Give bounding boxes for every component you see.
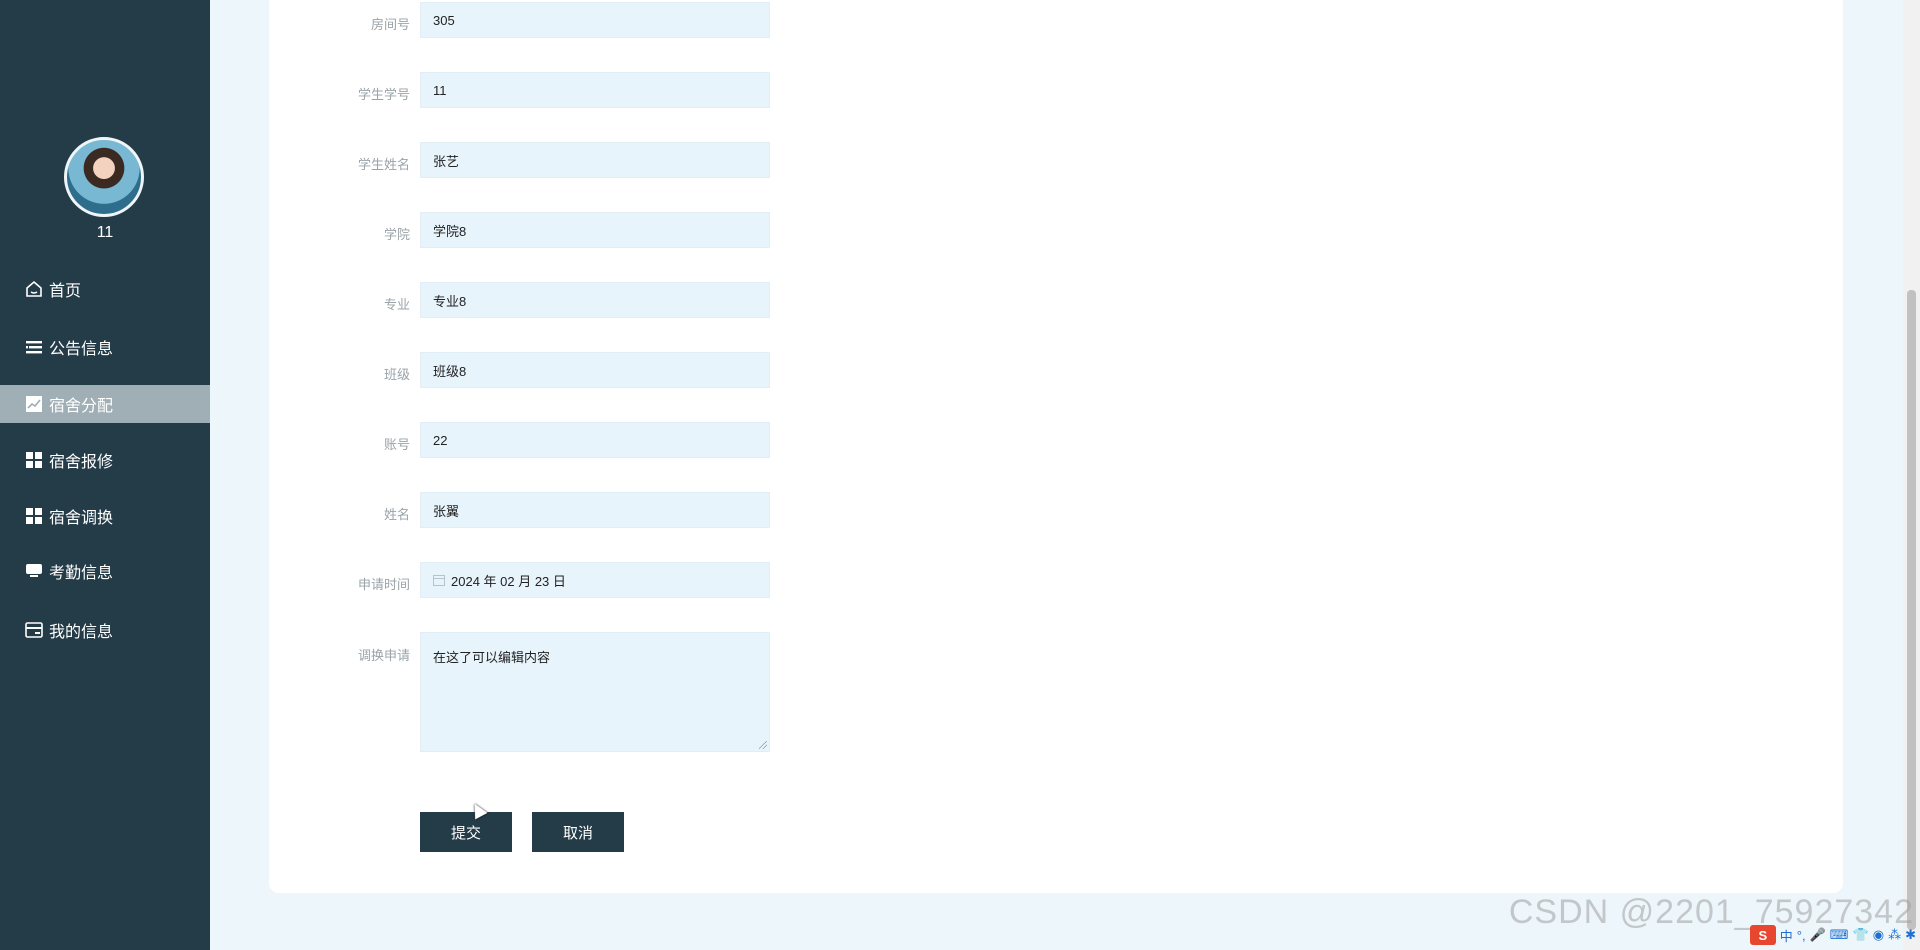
apply-date-value: 2024 年 02 月 23 日 — [451, 573, 566, 589]
swap-request-text: 在这了可以编辑内容 — [433, 650, 551, 665]
field-label-college: 学院 — [383, 227, 410, 242]
home-icon — [24, 279, 44, 299]
skin-icon[interactable]: 👕 — [1853, 927, 1869, 943]
sogou-logo-icon[interactable]: S — [1749, 925, 1776, 945]
ime-mode-indicator[interactable]: 中 — [1780, 926, 1793, 945]
sidebar-item-attendance[interactable]: 考勤信息 — [0, 552, 210, 590]
card-icon — [24, 620, 44, 640]
sidebar-item-dorm-repair[interactable]: 宿舍报修 — [0, 441, 210, 479]
apps-icon[interactable]: ⁂ — [1888, 927, 1901, 943]
field-label-student-name: 学生姓名 — [357, 157, 410, 172]
field-label-major: 专业 — [383, 297, 410, 312]
field-label-name: 姓名 — [383, 507, 410, 522]
grid-icon — [24, 506, 44, 526]
sidebar-item-label: 首页 — [49, 283, 82, 300]
name-input[interactable]: 张翼 — [420, 492, 770, 528]
cancel-button[interactable]: 取消 — [532, 812, 624, 852]
field-label-student-id: 学生学号 — [357, 87, 410, 102]
student-id-input[interactable]: 11 — [420, 72, 770, 108]
class-input[interactable]: 班级8 — [420, 352, 770, 388]
student-name-input[interactable]: 张艺 — [420, 142, 770, 178]
field-label-swap-request: 调换申请 — [357, 648, 410, 663]
swap-request-textarea[interactable]: 在这了可以编辑内容 — [420, 632, 770, 752]
chart-line-icon — [24, 394, 44, 414]
sidebar-item-label: 考勤信息 — [49, 565, 114, 582]
sidebar-item-dorm-allocation[interactable]: 宿舍分配 — [0, 385, 210, 423]
room-number-input[interactable]: 305 — [420, 2, 770, 38]
monitor-icon — [24, 561, 44, 581]
resize-grip-icon[interactable] — [759, 741, 767, 749]
punctuation-icon[interactable]: °, — [1797, 928, 1806, 943]
field-label-class: 班级 — [383, 367, 410, 382]
sidebar-item-my-info[interactable]: 我的信息 — [0, 611, 210, 649]
grid-icon — [24, 450, 44, 470]
submit-button[interactable]: 提交 — [420, 812, 512, 852]
list-icon — [24, 337, 44, 357]
username: 11 — [96, 224, 114, 241]
field-label-room: 房间号 — [370, 17, 410, 32]
sidebar-item-dorm-swap[interactable]: 宿舍调换 — [0, 497, 210, 535]
field-label-apply-time: 申请时间 — [357, 577, 410, 592]
game-icon[interactable]: ◉ — [1873, 927, 1884, 943]
sidebar-item-home[interactable]: 首页 — [0, 270, 210, 308]
sidebar: 11 首页 公告信息 宿舍分配 宿舍报修 宿舍调换 考勤信息 我的信息 — [0, 0, 210, 950]
sidebar-item-label: 宿舍调换 — [49, 510, 114, 527]
sidebar-item-label: 公告信息 — [49, 341, 114, 358]
microphone-icon[interactable]: 🎤 — [1810, 927, 1826, 943]
keyboard-icon[interactable]: ⌨ — [1830, 927, 1849, 943]
settings-icon[interactable]: ✱ — [1905, 927, 1916, 943]
sidebar-item-announcements[interactable]: 公告信息 — [0, 328, 210, 366]
account-input[interactable]: 22 — [420, 422, 770, 458]
college-input[interactable]: 学院8 — [420, 212, 770, 248]
sidebar-item-label: 我的信息 — [49, 624, 114, 641]
page-scrollbar[interactable] — [1903, 0, 1920, 950]
avatar[interactable] — [64, 137, 144, 217]
calendar-icon — [433, 574, 445, 586]
field-label-account: 账号 — [383, 437, 410, 452]
major-input[interactable]: 专业8 — [420, 282, 770, 318]
apply-date-input[interactable]: 2024 年 02 月 23 日 — [420, 562, 770, 598]
ime-toolbar[interactable]: S 中 °, 🎤 ⌨ 👕 ◉ ⁂ ✱ — [1746, 924, 1920, 946]
sidebar-item-label: 宿舍报修 — [49, 454, 114, 471]
scrollbar-thumb[interactable] — [1907, 290, 1916, 930]
sidebar-item-label: 宿舍分配 — [49, 398, 114, 415]
